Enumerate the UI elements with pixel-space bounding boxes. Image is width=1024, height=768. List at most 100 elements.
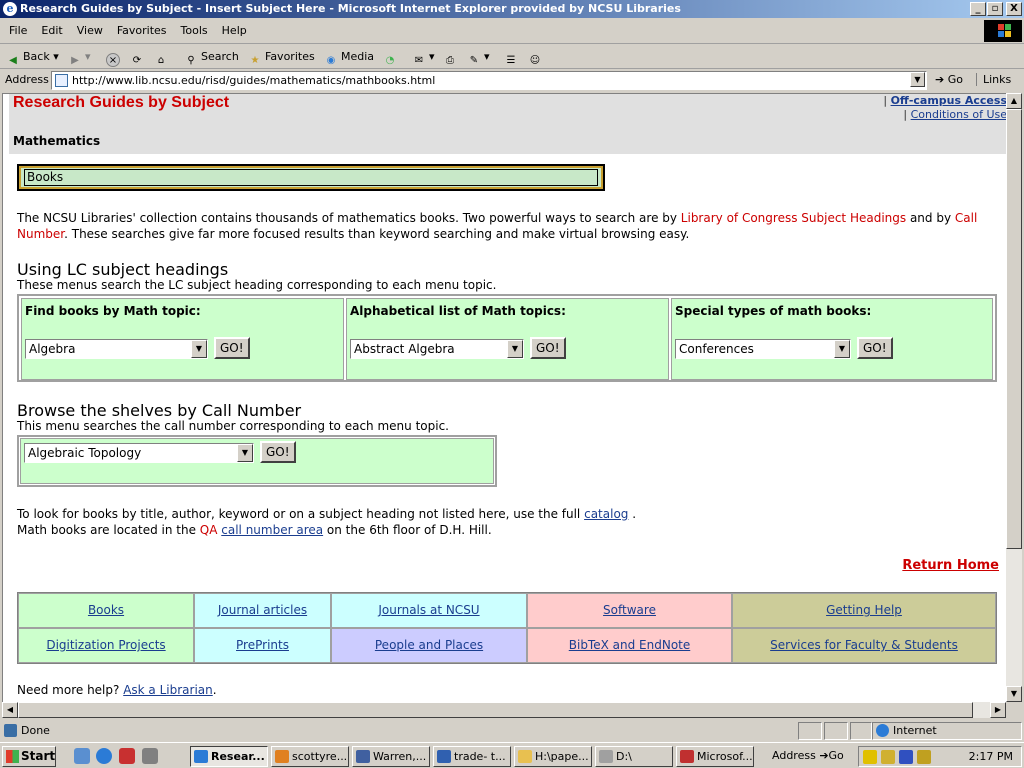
back-button[interactable]: ◀ Back ▾ — [6, 48, 59, 66]
home-button[interactable]: ⌂ — [154, 48, 171, 66]
task-d-drive[interactable]: D:\ — [595, 746, 673, 767]
task-h-papers[interactable]: H:\pape... — [514, 746, 592, 767]
task-microsoft[interactable]: Microsof... — [676, 746, 754, 767]
scroll-up-icon[interactable]: ▲ — [1006, 93, 1022, 109]
task-research-guides[interactable]: Resear... — [190, 746, 268, 767]
app-quicklaunch-icon[interactable] — [119, 748, 135, 764]
vertical-scrollbar[interactable]: ▲ ▼ — [1006, 93, 1022, 702]
conditions-of-use-link[interactable]: Conditions of Use — [911, 108, 1006, 121]
lc-special-label: Special types of math books: — [675, 304, 872, 318]
page-title: Research Guides by Subject — [13, 94, 230, 111]
nav-table: Books Journal articles Journals at NCSU … — [17, 592, 997, 664]
media-button[interactable]: ◉ Media — [324, 48, 374, 66]
chevron-down-icon: ▼ — [191, 340, 207, 358]
print-button[interactable]: ⎙ — [443, 48, 460, 66]
status-pane — [850, 722, 872, 740]
catalog-link[interactable]: catalog — [584, 507, 628, 521]
address-input[interactable]: http://www.lib.ncsu.edu/risd/guides/math… — [51, 71, 927, 90]
address-dropdown-button[interactable]: ▼ — [910, 72, 925, 87]
nav-preprints[interactable]: PrePrints — [194, 628, 331, 663]
mail-button[interactable]: ✉ ▾ — [412, 48, 435, 66]
nav-journal-articles[interactable]: Journal articles — [194, 593, 331, 628]
offcampus-access-link[interactable]: Off-campus Access — [891, 94, 1006, 107]
page-icon — [55, 74, 68, 87]
refresh-icon: ⟳ — [132, 55, 142, 66]
go-button-call-number[interactable]: GO! — [260, 441, 296, 463]
refresh-button[interactable]: ⟳ — [130, 48, 147, 66]
horizontal-scrollbar[interactable]: ◀ ▶ — [2, 702, 1006, 718]
start-button[interactable]: Start — [2, 746, 56, 767]
menu-edit[interactable]: Edit — [34, 18, 69, 44]
go-button-special[interactable]: GO! — [857, 337, 893, 359]
go-button-alpha[interactable]: GO! — [530, 337, 566, 359]
history-button[interactable]: ◔ — [383, 48, 400, 66]
forward-button[interactable]: ▶ ▾ — [68, 48, 90, 66]
edit-button[interactable]: ✎ ▾ — [467, 48, 490, 66]
nav-people-and-places[interactable]: People and Places — [331, 628, 527, 663]
volume-icon[interactable] — [863, 750, 877, 764]
task-scottyre[interactable]: scottyre... — [271, 746, 349, 767]
menu-file[interactable]: File — [2, 18, 34, 44]
call-number-select[interactable]: Algebraic Topology ▼ — [24, 443, 254, 463]
menu-help[interactable]: Help — [215, 18, 254, 44]
chevron-down-icon: ▼ — [507, 340, 523, 358]
nav-getting-help[interactable]: Getting Help — [732, 593, 996, 628]
catalog-paragraph: To look for books by title, author, keyw… — [17, 507, 637, 537]
math-topic-select[interactable]: Algebra ▼ — [25, 339, 208, 359]
ask-librarian-link[interactable]: Ask a Librarian — [123, 683, 213, 697]
discuss-button[interactable]: ☰ — [504, 48, 521, 66]
scroll-thumb[interactable] — [1006, 109, 1022, 549]
tray-icon[interactable] — [881, 750, 895, 764]
scroll-down-icon[interactable]: ▼ — [1006, 686, 1022, 702]
status-pane — [798, 722, 822, 740]
go-button-topic[interactable]: GO! — [214, 337, 250, 359]
menu-tools[interactable]: Tools — [174, 18, 215, 44]
ie-icon — [194, 750, 208, 763]
links-button[interactable]: Links — [976, 73, 1011, 86]
favorites-button[interactable]: ★ Favorites — [248, 48, 315, 66]
minimize-button[interactable]: _ — [970, 2, 986, 16]
favorites-star-icon: ★ — [250, 55, 260, 66]
nav-journals-at-ncsu[interactable]: Journals at NCSU — [331, 593, 527, 628]
scroll-left-icon[interactable]: ◀ — [2, 702, 18, 718]
nav-software[interactable]: Software — [527, 593, 732, 628]
nav-books[interactable]: Books — [18, 593, 194, 628]
drive-icon — [599, 750, 613, 763]
call-number-area-link[interactable]: call number area — [221, 523, 323, 537]
taskbar-address[interactable]: Address ➔Go — [772, 749, 844, 762]
system-tray: 2:17 PM — [858, 746, 1022, 767]
go-button[interactable]: ➔ Go — [935, 73, 963, 86]
status-pane — [824, 722, 848, 740]
title-bar: e Research Guides by Subject - Insert Su… — [0, 0, 1024, 18]
maximize-button[interactable]: ▫ — [987, 2, 1003, 16]
tool-quicklaunch-icon[interactable] — [142, 748, 158, 764]
nav-digitization-projects[interactable]: Digitization Projects — [18, 628, 194, 663]
show-desktop-icon[interactable] — [74, 748, 90, 764]
nav-bibtex-endnote[interactable]: BibTeX and EndNote — [527, 628, 732, 663]
special-types-select[interactable]: Conferences ▼ — [675, 339, 851, 359]
task-trade[interactable]: trade- t... — [433, 746, 511, 767]
alphabetical-topic-select[interactable]: Abstract Algebra ▼ — [350, 339, 524, 359]
page-header: Research Guides by Subject Mathematics |… — [9, 94, 1006, 154]
messenger-button[interactable]: ☺ — [528, 48, 545, 66]
lc-heading: Using LC subject headings — [17, 260, 229, 279]
tray-icon[interactable] — [899, 750, 913, 764]
folder-icon — [518, 750, 532, 763]
windows-logo-icon — [984, 20, 1022, 42]
task-warren[interactable]: Warren,... — [352, 746, 430, 767]
tray-icon[interactable] — [917, 750, 931, 764]
menu-favorites[interactable]: Favorites — [110, 18, 174, 44]
lcsh-link[interactable]: Library of Congress Subject Headings — [681, 211, 906, 225]
nav-services-faculty-students[interactable]: Services for Faculty & Students — [732, 628, 996, 663]
menu-view[interactable]: View — [70, 18, 110, 44]
scroll-right-icon[interactable]: ▶ — [990, 702, 1006, 718]
ie-quicklaunch-icon[interactable] — [96, 748, 112, 764]
hscroll-thumb[interactable] — [18, 702, 973, 718]
search-button[interactable]: ⚲ Search — [184, 48, 238, 66]
zone-indicator: Internet — [876, 724, 937, 737]
close-button[interactable]: X — [1006, 2, 1022, 16]
print-icon: ⎙ — [446, 55, 454, 66]
stop-button[interactable]: × — [106, 48, 123, 67]
return-home-link[interactable]: Return Home — [902, 558, 999, 573]
app-icon — [275, 750, 289, 763]
